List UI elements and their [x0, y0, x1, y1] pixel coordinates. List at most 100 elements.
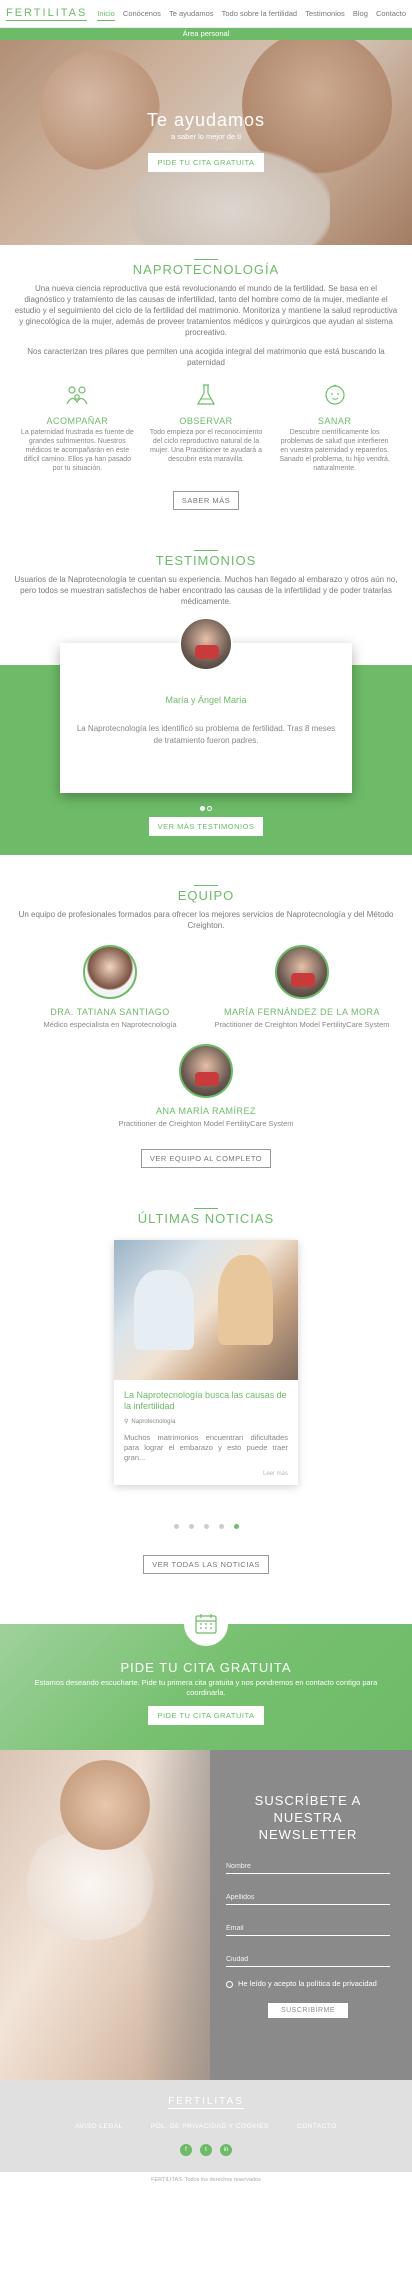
news-section: ÚLTIMAS NOTICIAS La Naprotecnología busc… [0, 1184, 412, 1624]
ciudad-field[interactable] [226, 1948, 390, 1967]
carousel-dot[interactable] [200, 806, 205, 811]
news-tag[interactable]: ⚲ Naprotecnología [124, 1418, 288, 1426]
hero-title: Te ayudamos [146, 110, 266, 130]
news-card-title[interactable]: La Naprotecnología busca las causas de l… [124, 1390, 288, 1412]
member-avatar [83, 945, 137, 999]
pillar-text: La paternidad frustrada es fuente de gra… [20, 429, 134, 472]
member-avatar [179, 1044, 233, 1098]
carousel-dot[interactable] [203, 1524, 209, 1529]
email-field[interactable] [226, 1917, 390, 1936]
aviso-legal-link[interactable]: AVISO LEGAL [75, 2123, 123, 2130]
nav-item-testimonios[interactable]: Testimonios [305, 7, 345, 21]
member-name: ANA MARÍA RAMÍREZ [155, 1106, 257, 1116]
privacy-checkbox[interactable] [226, 1981, 233, 1988]
newsletter-section: SUSCRÍBETE A NUESTRA NEWSLETTER He leído… [0, 1750, 412, 2080]
napro-section: NAPROTECNOLOGÍA Una nueva ciencia reprod… [0, 245, 412, 526]
ver-noticias-button[interactable]: VER TODAS LAS NOTICIAS [143, 1555, 269, 1574]
pillar-observar: OBSERVAR Todo empieza por el reconocimie… [143, 382, 270, 473]
news-image [114, 1240, 298, 1380]
testimonials-title: TESTIMONIOS [155, 553, 257, 568]
news-carousel-dots [14, 1521, 398, 1531]
hero-banner: Te ayudamos a saber lo mejor de ti PIDE … [0, 40, 412, 245]
consent-lead: He leído y acepto [238, 1979, 297, 1988]
cta-title: PIDE TU CITA GRATUITA [120, 1660, 292, 1675]
napro-paragraph: Una nueva ciencia reproductiva que está … [14, 284, 398, 337]
member-name: DRA. TATIANA SANTIAGO [50, 1007, 170, 1017]
family-icon [66, 386, 88, 405]
pillars: ACOMPAÑAR La paternidad frustrada es fue… [14, 382, 398, 473]
ver-mas-testimonios-button[interactable]: VER MÁS TESTIMONIOS [148, 817, 264, 836]
hero-cita-button[interactable]: PIDE TU CITA GRATUITA [148, 153, 264, 172]
member-name: MARÍA FERNÁNDEZ DE LA MORA [223, 1007, 381, 1017]
footer-links: AVISO LEGAL POL. DE PRIVACIDAD Y COOKIES… [0, 2123, 412, 2130]
site-footer: FERTILITAS AVISO LEGAL POL. DE PRIVACIDA… [0, 2080, 412, 2172]
copyright: FERTILITAS. Todos los derechos reservado… [0, 2172, 412, 2188]
team-member[interactable]: MARÍA FERNÁNDEZ DE LA MORA Practitioner … [210, 945, 394, 1030]
team-section: EQUIPO Un equipo de profesionales formad… [0, 855, 412, 1184]
news-tag-label: Naprotecnología [131, 1418, 176, 1425]
hero-content: Te ayudamos a saber lo mejor de ti PIDE … [0, 110, 412, 172]
member-role: Médico especialista en Naprotecnología [43, 1020, 177, 1029]
saber-mas-button[interactable]: SABER MÁS [172, 491, 240, 510]
footer-logo[interactable]: FERTILITAS [168, 2096, 244, 2109]
title-divider [194, 550, 218, 551]
news-body: La Naprotecnología busca las causas de l… [114, 1380, 298, 1485]
pillar-text: Descubre científicamente los problemas d… [279, 429, 390, 472]
suscribirme-button[interactable]: SUSCRIBIRME [268, 2003, 348, 2018]
social-links: f t in [0, 2144, 412, 2156]
nav-item-inicio[interactable]: Inicio [97, 7, 115, 21]
calendar-icon [184, 1602, 228, 1646]
napro-title: NAPROTECNOLOGÍA [132, 262, 280, 277]
pillar-text: Todo empieza por el reconocimiento del c… [149, 429, 263, 463]
carousel-dot[interactable] [233, 1524, 239, 1529]
nav-item-te-ayudamos[interactable]: Te ayudamos [169, 7, 214, 21]
news-card[interactable]: La Naprotecnología busca las causas de l… [114, 1240, 298, 1485]
twitter-icon[interactable]: t [200, 2144, 212, 2156]
privacy-policy-link[interactable]: la política de privacidad [298, 1979, 376, 1988]
nav-item-conocenos[interactable]: Conócenos [123, 7, 161, 21]
nombre-field[interactable] [226, 1855, 390, 1874]
team-member[interactable]: DRA. TATIANA SANTIAGO Médico especialist… [18, 945, 202, 1030]
apellidos-field[interactable] [226, 1886, 390, 1905]
testimonial-card: María y Ángel María La Naprotecnología l… [60, 617, 352, 793]
pillar-title: ACOMPAÑAR [46, 416, 109, 426]
carousel-dot[interactable] [218, 1524, 224, 1529]
nav-item-contacto[interactable]: Contacto [376, 7, 406, 21]
pillar-sanar: SANAR Descubre científicamente los probl… [271, 382, 398, 473]
carousel-dot[interactable] [207, 806, 212, 811]
cta-text: Estamos deseando escucharte. Pide tu pri… [34, 1678, 378, 1697]
title-divider [194, 885, 218, 886]
newsletter-title: SUSCRÍBETE A NUESTRA NEWSLETTER [254, 1793, 362, 1842]
title-divider [194, 1208, 218, 1209]
facebook-icon[interactable]: f [180, 2144, 192, 2156]
cta-cita-button[interactable]: PIDE TU CITA GRATUITA [148, 1706, 264, 1725]
testimonial-name: María y Ángel María [165, 695, 247, 705]
title-divider [194, 259, 218, 260]
team-intro: Un equipo de profesionales formados para… [18, 910, 394, 930]
ver-equipo-button[interactable]: VER EQUIPO AL COMPLETO [140, 1149, 272, 1168]
testimonial-carousel: María y Ángel María La Naprotecnología l… [0, 617, 412, 855]
cita-cta: PIDE TU CITA GRATUITA Estamos deseando e… [0, 1602, 412, 1750]
leer-mas-link[interactable]: Leer más [124, 1471, 288, 1477]
site-logo[interactable]: FERTILITAS [6, 7, 88, 21]
newsletter-form: SUSCRÍBETE A NUESTRA NEWSLETTER He leído… [226, 1792, 390, 2018]
nav-item-blog[interactable]: Blog [353, 7, 368, 21]
testimonials-section: TESTIMONIOS Usuarios de la Naprotecnolog… [0, 526, 412, 855]
testimonial-quote: La Naprotecnología les identificó su pro… [76, 724, 336, 745]
testimonials-button-wrap: VER MÁS TESTIMONIOS [0, 817, 412, 836]
contacto-link[interactable]: CONTACTO [297, 2123, 337, 2130]
napro-pillars-intro: Nos caracterizan tres pilares que permit… [27, 347, 385, 367]
linkedin-icon[interactable]: in [220, 2144, 232, 2156]
area-personal-link[interactable]: Área personal [0, 28, 412, 40]
nav-item-fertilidad[interactable]: Todo sobre la fertilidad [222, 7, 297, 21]
carousel-dot[interactable] [188, 1524, 194, 1529]
team-member[interactable]: ANA MARÍA RAMÍREZ Practitioner de Creigh… [114, 1044, 298, 1129]
site-header: FERTILITAS Inicio Conócenos Te ayudamos … [0, 0, 412, 28]
carousel-dots [0, 803, 412, 813]
privacidad-link[interactable]: POL. DE PRIVACIDAD Y COOKIES [151, 2123, 269, 2130]
carousel-dot[interactable] [173, 1524, 179, 1529]
member-avatar [275, 945, 329, 999]
privacy-consent-text: He leído y acepto la política de privaci… [238, 1979, 377, 1989]
testimonials-intro: Usuarios de la Naprotecnología te cuenta… [14, 575, 398, 606]
privacy-consent: He leído y acepto la política de privaci… [226, 1979, 390, 1989]
